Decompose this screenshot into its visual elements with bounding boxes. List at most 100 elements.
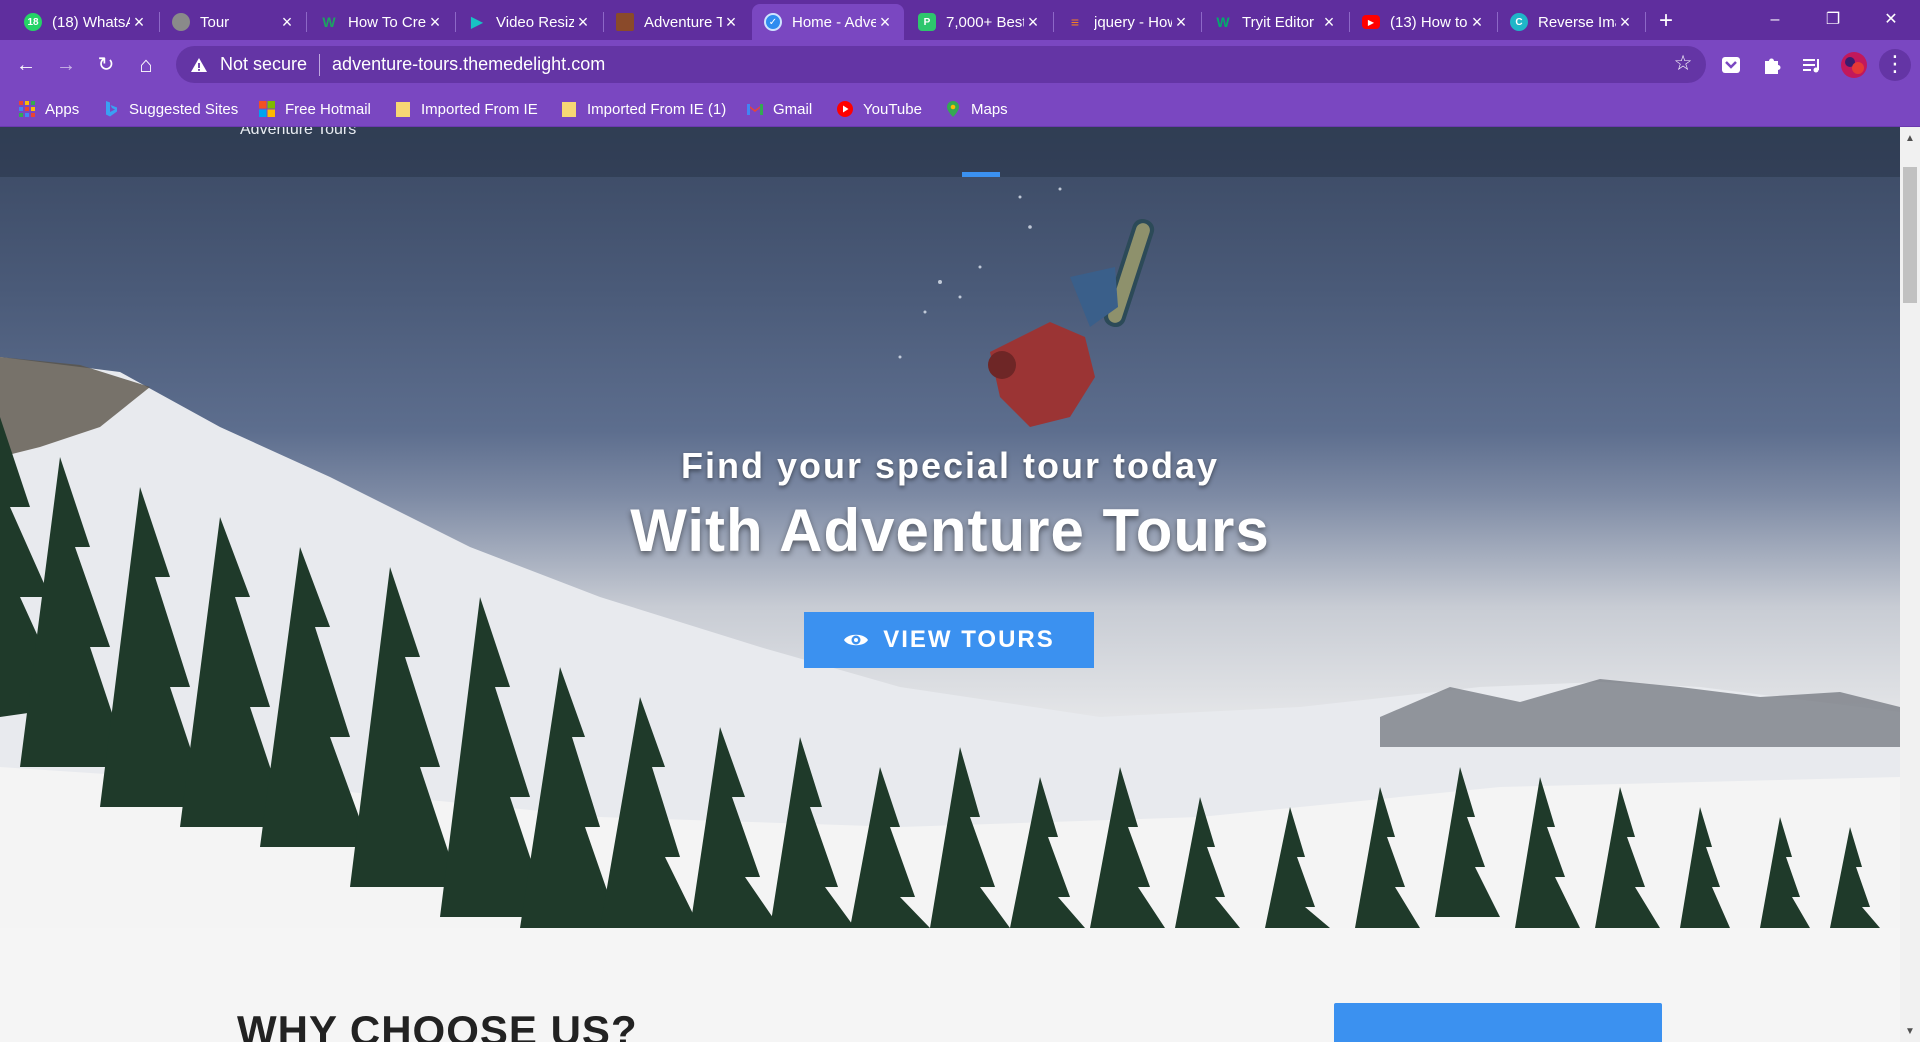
reverse-image-icon: C (1510, 13, 1528, 31)
bookmarks-bar: Apps Suggested Sites Free Hotmail Import… (0, 90, 1920, 127)
tab-separator (1645, 12, 1646, 32)
close-window-button[interactable]: ✕ (1868, 6, 1914, 34)
snowboarder-figure (988, 218, 1155, 427)
why-choose-us-heading: WHY CHOOSE US? (237, 1007, 638, 1042)
bookmark-label: Imported From IE (1) (587, 100, 727, 118)
hero-title: With Adventure Tours (630, 497, 1270, 564)
globe-icon (172, 13, 190, 31)
bookmark-label: Free Hotmail (285, 100, 371, 118)
profile-avatar[interactable] (1840, 51, 1868, 79)
hero-banner: Adventure Tours Find your special tour t… (0, 127, 1900, 928)
tab-7000-best[interactable]: P 7,000+ Best × (906, 4, 1052, 40)
new-tab-button[interactable]: + (1652, 8, 1680, 36)
back-button[interactable]: ← (10, 49, 42, 81)
maps-icon (947, 101, 959, 117)
pocket-extension-icon[interactable] (1719, 53, 1743, 77)
bookmark-label: Imported From IE (421, 100, 538, 118)
whatsapp-icon: 18 (24, 13, 42, 31)
w3schools-icon: W (1216, 14, 1230, 30)
folder-icon (562, 102, 576, 117)
bookmark-icon (616, 13, 634, 31)
apps-grid-icon (19, 101, 35, 117)
restore-button[interactable]: ❐ (1810, 6, 1856, 34)
tab-close-icon[interactable]: × (1616, 13, 1634, 31)
bookmark-label: YouTube (863, 100, 922, 118)
bookmark-youtube[interactable]: YouTube (836, 98, 922, 120)
tab-title: (18) WhatsApp (52, 13, 130, 31)
bookmark-label: Apps (45, 100, 80, 118)
tab-title: Adventure Tours (644, 13, 722, 31)
scroll-thumb[interactable] (1903, 167, 1917, 303)
tab-title: Home - Adventure Tours (792, 13, 876, 31)
tab-close-icon[interactable]: × (426, 13, 444, 31)
tab-how-to-create[interactable]: W How To Create × (308, 4, 454, 40)
eye-icon (844, 634, 869, 646)
tab-youtube-how-to[interactable]: ▶ (13) How to × (1350, 4, 1496, 40)
tab-jquery[interactable]: ≡ jquery - How × (1054, 4, 1200, 40)
tab-home-adventure-tours[interactable]: ✓ Home - Adventure Tours × (752, 4, 904, 40)
view-tours-button[interactable]: VIEW TOURS (804, 612, 1094, 668)
warning-icon (191, 57, 207, 72)
media-playlist-icon[interactable] (1800, 53, 1824, 77)
hero-subtitle: Find your special tour today (680, 445, 1220, 486)
reload-button[interactable]: ↻ (90, 49, 122, 81)
stackoverflow-icon: ≡ (1070, 14, 1080, 30)
bing-icon (106, 101, 117, 117)
forward-button[interactable]: → (50, 49, 82, 81)
tab-close-icon[interactable]: × (278, 13, 296, 31)
tab-video-resizer[interactable]: ▶ Video Resizer × (456, 4, 602, 40)
omnibox-divider (319, 53, 321, 76)
tab-adventure-tours[interactable]: Adventure Tours × (604, 4, 750, 40)
tab-close-icon[interactable]: × (130, 13, 148, 31)
youtube-icon: ▶ (1362, 15, 1380, 29)
tab-title: jquery - How (1094, 13, 1172, 31)
tab-separator (306, 12, 307, 32)
page-scrollbar[interactable]: ▲ ▼ (1900, 127, 1920, 1042)
security-label[interactable]: Not secure (220, 54, 307, 75)
tab-title: How To Create (348, 13, 426, 31)
folder-icon (396, 102, 410, 117)
tab-tryit-editor[interactable]: W Tryit Editor × (1202, 4, 1348, 40)
tab-title: 7,000+ Best (946, 13, 1024, 31)
gmail-icon (747, 104, 763, 115)
bookmark-imported-from-ie-1[interactable]: Imported From IE (1) (560, 98, 726, 120)
bookmark-imported-from-ie[interactable]: Imported From IE (394, 98, 538, 120)
tab-title: Tour (200, 13, 230, 31)
wix-icon: W (322, 14, 336, 30)
tab-title: (13) How to (1390, 13, 1468, 31)
pixabay-icon: P (918, 13, 936, 31)
browser-menu-icon[interactable]: ⋮ (1879, 49, 1911, 81)
windows-icon (259, 101, 275, 117)
tab-tour[interactable]: Tour × (160, 4, 306, 40)
tab-close-icon[interactable]: × (574, 13, 592, 31)
side-card[interactable] (1334, 1003, 1662, 1042)
bookmark-free-hotmail[interactable]: Free Hotmail (258, 98, 371, 120)
tab-close-icon[interactable]: × (1320, 13, 1338, 31)
minimize-button[interactable]: – (1752, 6, 1798, 34)
home-button[interactable]: ⌂ (130, 49, 162, 81)
scroll-up-arrow-icon[interactable]: ▲ (1900, 131, 1920, 147)
address-bar[interactable]: Not secure adventure-tours.themedelight.… (176, 46, 1706, 83)
tab-close-icon[interactable]: × (722, 13, 740, 31)
extensions-puzzle-icon[interactable] (1760, 53, 1784, 77)
bookmark-gmail[interactable]: Gmail (746, 98, 812, 120)
play-icon: ▶ (470, 14, 484, 31)
bookmark-maps[interactable]: Maps (944, 98, 1008, 120)
tab-close-icon[interactable]: × (1468, 13, 1486, 31)
url-text[interactable]: adventure-tours.themedelight.com (332, 54, 605, 75)
view-tours-label: VIEW TOURS (883, 626, 1055, 653)
tab-whatsapp[interactable]: 18 (18) WhatsApp × (12, 4, 158, 40)
browser-toolbar: ← → ↻ ⌂ Not secure adventure-tours.theme… (0, 40, 1920, 90)
tab-close-icon[interactable]: × (1172, 13, 1190, 31)
site-logo[interactable]: Adventure Tours (240, 127, 356, 139)
youtube-icon (837, 101, 853, 117)
bookmark-label: Gmail (773, 100, 813, 118)
bookmark-star-icon[interactable]: ☆ (1672, 53, 1694, 75)
tab-close-icon[interactable]: × (1024, 13, 1042, 31)
bookmark-suggested-sites[interactable]: Suggested Sites (102, 98, 238, 120)
tab-close-icon[interactable]: × (876, 13, 894, 31)
tab-reverse-image[interactable]: C Reverse Image × (1498, 4, 1644, 40)
bookmark-apps[interactable]: Apps (18, 98, 79, 120)
scroll-down-arrow-icon[interactable]: ▼ (1900, 1024, 1920, 1040)
slider-indicator[interactable] (962, 172, 1000, 177)
